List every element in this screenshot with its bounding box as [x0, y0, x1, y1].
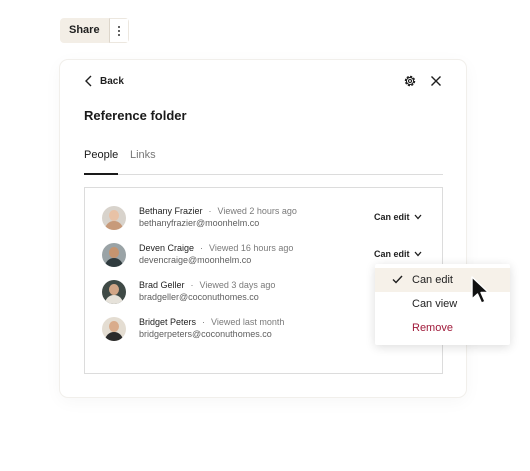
- avatar: [102, 243, 126, 267]
- gear-icon[interactable]: [403, 74, 417, 88]
- person-name: Deven Craige: [139, 243, 195, 253]
- permission-label: Can edit: [374, 212, 410, 222]
- person-email: bridgerpeters@coconuthomes.co: [139, 329, 272, 339]
- chevron-left-icon: [85, 75, 92, 87]
- checkmark-icon: [392, 275, 403, 284]
- share-button-group: Share: [60, 18, 129, 43]
- menu-item-label: Can view: [412, 298, 458, 310]
- back-label: Back: [100, 75, 124, 87]
- list-item: Bethany Frazier · Viewed 2 hours ago betha…: [102, 206, 432, 232]
- permission-label: Can edit: [374, 249, 410, 259]
- share-dialog: Back Reference folder People Links Betha…: [60, 60, 466, 397]
- more-vertical-icon: [117, 25, 120, 37]
- chevron-down-icon: [414, 214, 422, 220]
- dialog-title: Reference folder: [84, 108, 187, 123]
- menu-item-label: Can edit: [412, 274, 453, 286]
- back-button[interactable]: Back: [84, 75, 124, 87]
- tab-bar: People Links: [84, 149, 443, 175]
- avatar: [102, 317, 126, 341]
- person-name: Brad Geller: [139, 280, 185, 290]
- more-options-button[interactable]: [108, 18, 129, 43]
- person-email: devencraige@moonhelm.co: [139, 255, 252, 265]
- menu-item-remove[interactable]: Remove: [375, 316, 510, 340]
- chevron-down-icon: [414, 251, 422, 257]
- mouse-pointer-icon: [471, 276, 490, 304]
- last-viewed: Viewed 2 hours ago: [217, 206, 297, 216]
- tab-people[interactable]: People: [84, 149, 118, 175]
- last-viewed: Viewed 3 days ago: [199, 280, 276, 290]
- avatar: [102, 280, 126, 304]
- person-email: bradgeller@coconuthomes.co: [139, 292, 259, 302]
- permission-dropdown[interactable]: Can edit: [374, 212, 422, 222]
- person-email: bethanyfrazier@moonhelm.co: [139, 218, 260, 228]
- menu-item-label: Remove: [412, 322, 453, 334]
- share-button[interactable]: Share: [60, 18, 109, 43]
- last-viewed: Viewed 16 hours ago: [209, 243, 294, 253]
- person-name: Bethany Frazier: [139, 206, 203, 216]
- permission-dropdown[interactable]: Can edit: [374, 249, 422, 259]
- tab-links[interactable]: Links: [130, 149, 156, 175]
- close-icon[interactable]: [430, 75, 442, 87]
- avatar: [102, 206, 126, 230]
- last-viewed: Viewed last month: [211, 317, 285, 327]
- person-name: Bridget Peters: [139, 317, 197, 327]
